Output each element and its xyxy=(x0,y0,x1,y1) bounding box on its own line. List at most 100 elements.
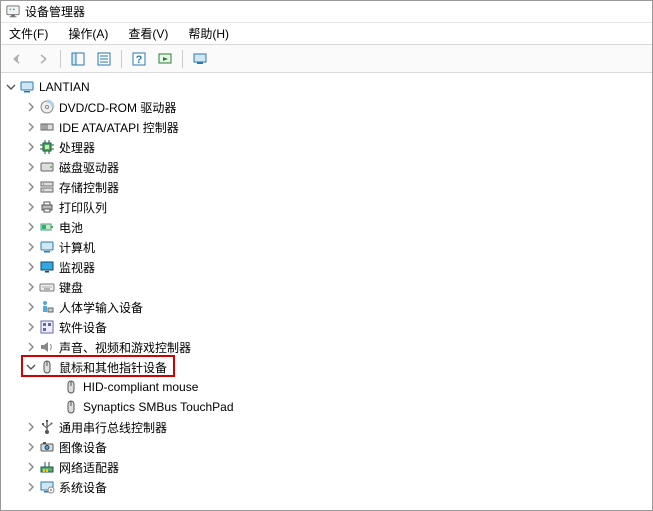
tree-category[interactable]: 图像设备 xyxy=(1,437,652,457)
view-devices-button[interactable] xyxy=(188,47,212,71)
tree-category[interactable]: 存储控制器 xyxy=(1,177,652,197)
chevron-right-icon[interactable] xyxy=(25,161,37,173)
tree-category-label: 人体学输入设备 xyxy=(59,299,143,316)
tree-category[interactable]: 鼠标和其他指针设备 xyxy=(1,357,652,377)
tree-category[interactable]: 电池 xyxy=(1,217,652,237)
chevron-right-icon[interactable] xyxy=(25,141,37,153)
ide-icon xyxy=(39,119,55,135)
battery-icon xyxy=(39,219,55,235)
app-icon xyxy=(5,4,21,20)
chevron-right-icon[interactable] xyxy=(25,261,37,273)
chevron-right-icon[interactable] xyxy=(25,221,37,233)
tree-category[interactable]: 网络适配器 xyxy=(1,457,652,477)
chevron-right-icon[interactable] xyxy=(25,481,37,493)
window-title: 设备管理器 xyxy=(25,3,85,20)
toolbar-separator xyxy=(182,50,183,68)
help-button[interactable]: ? xyxy=(127,47,151,71)
forward-button[interactable] xyxy=(31,47,55,71)
tree-category-label: 处理器 xyxy=(59,139,95,156)
tree-category-label: 监视器 xyxy=(59,259,95,276)
tree-category[interactable]: 系统设备 xyxy=(1,477,652,497)
tree-category[interactable]: 打印队列 xyxy=(1,197,652,217)
tree-category[interactable]: IDE ATA/ATAPI 控制器 xyxy=(1,117,652,137)
tree-device-label: Synaptics SMBus TouchPad xyxy=(83,400,234,414)
tree-category-label: 网络适配器 xyxy=(59,459,119,476)
tree-category[interactable]: 磁盘驱动器 xyxy=(1,157,652,177)
tree-root-label: LANTIAN xyxy=(39,80,90,94)
scan-hardware-button[interactable] xyxy=(153,47,177,71)
network-icon xyxy=(39,459,55,475)
menu-view[interactable]: 查看(V) xyxy=(124,23,172,44)
storage-icon xyxy=(39,179,55,195)
printer-icon xyxy=(39,199,55,215)
menu-bar: 文件(F) 操作(A) 查看(V) 帮助(H) xyxy=(1,23,652,45)
tree-category-label: 磁盘驱动器 xyxy=(59,159,119,176)
tree-device[interactable]: Synaptics SMBus TouchPad xyxy=(1,397,652,417)
tree-category[interactable]: 计算机 xyxy=(1,237,652,257)
software-icon xyxy=(39,319,55,335)
mouse-icon xyxy=(63,399,79,415)
tree-root[interactable]: LANTIAN xyxy=(1,77,652,97)
tree-category-label: DVD/CD-ROM 驱动器 xyxy=(59,99,176,116)
tree-category-label: 系统设备 xyxy=(59,479,107,496)
show-hide-tree-button[interactable] xyxy=(66,47,90,71)
properties-button[interactable] xyxy=(92,47,116,71)
chevron-down-icon[interactable] xyxy=(5,81,17,93)
tree-category-label: 图像设备 xyxy=(59,439,107,456)
computer-icon xyxy=(39,239,55,255)
monitor-icon xyxy=(39,259,55,275)
tree-category-label: IDE ATA/ATAPI 控制器 xyxy=(59,119,179,136)
menu-action[interactable]: 操作(A) xyxy=(64,23,112,44)
hid-icon xyxy=(39,299,55,315)
tree-category[interactable]: 键盘 xyxy=(1,277,652,297)
cpu-icon xyxy=(39,139,55,155)
tree-device-label: HID-compliant mouse xyxy=(83,380,198,394)
system-icon xyxy=(39,479,55,495)
usb-icon xyxy=(39,419,55,435)
tree-category-label: 电池 xyxy=(59,219,83,236)
tree-category-label: 鼠标和其他指针设备 xyxy=(59,359,167,376)
tree-category[interactable]: 监视器 xyxy=(1,257,652,277)
disk-icon xyxy=(39,159,55,175)
chevron-right-icon[interactable] xyxy=(25,181,37,193)
tree-category-label: 软件设备 xyxy=(59,319,107,336)
chevron-right-icon[interactable] xyxy=(25,461,37,473)
mouse-icon xyxy=(63,379,79,395)
keyboard-icon xyxy=(39,279,55,295)
tree-category[interactable]: 软件设备 xyxy=(1,317,652,337)
chevron-down-icon[interactable] xyxy=(25,361,37,373)
tree-category-label: 打印队列 xyxy=(59,199,107,216)
chevron-right-icon[interactable] xyxy=(25,281,37,293)
sound-icon xyxy=(39,339,55,355)
chevron-right-icon[interactable] xyxy=(25,201,37,213)
svg-text:?: ? xyxy=(136,54,143,66)
tree-category-label: 通用串行总线控制器 xyxy=(59,419,167,436)
toolbar: ? xyxy=(1,45,652,73)
chevron-right-icon[interactable] xyxy=(25,301,37,313)
tree-category-label: 计算机 xyxy=(59,239,95,256)
mouse-icon xyxy=(39,359,55,375)
tree-category[interactable]: 处理器 xyxy=(1,137,652,157)
chevron-right-icon[interactable] xyxy=(25,101,37,113)
arrow-annotation xyxy=(1,497,652,510)
chevron-right-icon[interactable] xyxy=(25,341,37,353)
chevron-right-icon[interactable] xyxy=(25,121,37,133)
tree-category[interactable]: 人体学输入设备 xyxy=(1,297,652,317)
menu-file[interactable]: 文件(F) xyxy=(5,23,52,44)
chevron-right-icon[interactable] xyxy=(25,321,37,333)
menu-help[interactable]: 帮助(H) xyxy=(184,23,233,44)
tree-category[interactable]: 声音、视频和游戏控制器 xyxy=(1,337,652,357)
tree-category-label: 存储控制器 xyxy=(59,179,119,196)
toolbar-separator xyxy=(60,50,61,68)
back-button[interactable] xyxy=(5,47,29,71)
chevron-right-icon[interactable] xyxy=(25,241,37,253)
disc-icon xyxy=(39,99,55,115)
toolbar-separator xyxy=(121,50,122,68)
tree-category-label: 键盘 xyxy=(59,279,83,296)
tree-device[interactable]: HID-compliant mouse xyxy=(1,377,652,397)
title-bar: 设备管理器 xyxy=(1,1,652,23)
chevron-right-icon[interactable] xyxy=(25,441,37,453)
tree-category[interactable]: DVD/CD-ROM 驱动器 xyxy=(1,97,652,117)
chevron-right-icon[interactable] xyxy=(25,421,37,433)
tree-category[interactable]: 通用串行总线控制器 xyxy=(1,417,652,437)
